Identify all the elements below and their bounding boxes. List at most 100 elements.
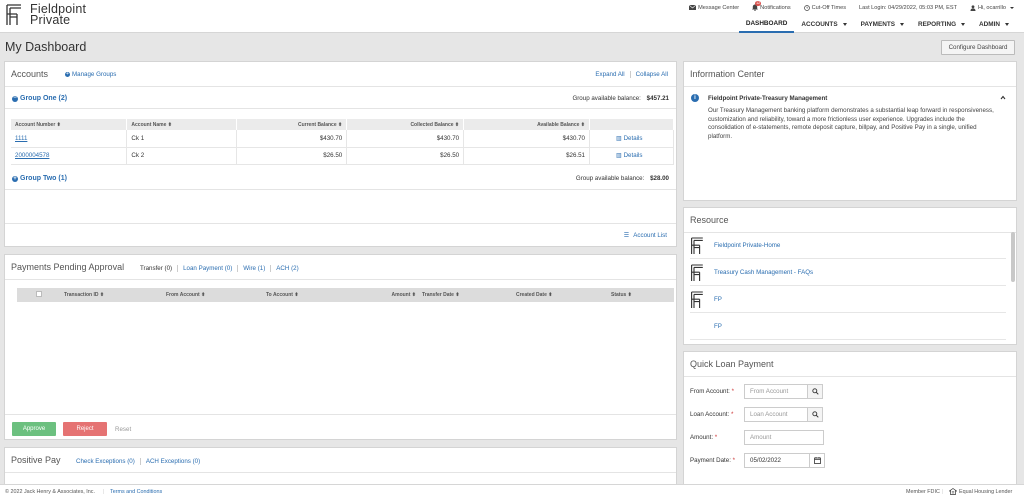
reset-link[interactable]: Reset <box>115 426 131 433</box>
col-label: Created Date <box>516 292 547 298</box>
positive-pay-title: Positive Pay <box>11 455 61 465</box>
terms-link[interactable]: Terms and Conditions <box>110 489 162 495</box>
col-created-date[interactable]: Created Date ⬍ <box>513 288 608 302</box>
col-amount[interactable]: Amount ⬍ <box>367 288 419 302</box>
resource-panel: Resource Fieldpoint Private-Home Treasur… <box>683 207 1017 345</box>
from-account-search-button[interactable] <box>808 384 823 399</box>
notifications-link[interactable]: 12 Notifications <box>752 1 791 11</box>
details-link[interactable]: ▥ Details <box>589 130 674 148</box>
user-icon <box>970 4 976 11</box>
chevron-up-icon[interactable] <box>1000 95 1006 100</box>
resource-item[interactable]: Fieldpoint Private-Home <box>690 233 1006 259</box>
nav-payments-label: PAYMENTS <box>860 21 896 28</box>
payment-date-label: Payment Date: <box>690 457 731 464</box>
approve-button[interactable]: Approve <box>12 422 56 436</box>
details-label: Details <box>623 152 643 159</box>
chevron-down-icon <box>900 23 905 26</box>
table-row: 2000004578 Ck 2 $26.50 $26.50 $26.51 ▥ D… <box>11 147 674 165</box>
select-all-cell <box>17 288 61 302</box>
tab-ach-exceptions[interactable]: ACH Exceptions (0) <box>141 458 205 465</box>
manage-groups-link[interactable]: + Manage Groups <box>65 71 116 78</box>
account-list-link[interactable]: ☰ Account List <box>624 232 667 239</box>
col-current-balance[interactable]: Current Balance ⬍ <box>236 119 348 130</box>
payments-pending-panel: Payments Pending Approval Transfer (0) L… <box>4 254 677 440</box>
resource-logo-placeholder <box>690 318 706 336</box>
tab-wire[interactable]: Wire (1) <box>238 265 272 272</box>
resource-link[interactable]: FP <box>714 323 722 330</box>
resource-item[interactable]: FP <box>690 287 1006 313</box>
bar-chart-icon: ▥ <box>616 134 622 142</box>
collapse-all-link[interactable]: Collapse All <box>631 71 668 78</box>
col-label: To Account <box>266 292 293 298</box>
col-available-balance[interactable]: Available Balance ⬍ <box>463 119 590 130</box>
account-number-link[interactable]: 1111 <box>15 135 27 142</box>
group-one-toggle[interactable]: − Group One (2) <box>12 95 67 102</box>
chevron-down-icon <box>842 23 847 26</box>
col-collected-balance[interactable]: Collected Balance ⬍ <box>346 119 465 130</box>
from-account-input[interactable]: From Account <box>744 384 808 399</box>
calendar-icon <box>814 457 821 464</box>
manage-groups-label: Manage Groups <box>72 71 117 78</box>
select-all-checkbox[interactable] <box>36 291 42 297</box>
expand-all-link[interactable]: Expand All <box>595 71 631 78</box>
user-menu[interactable]: Hi, ocarrillo <box>970 5 1014 11</box>
search-icon <box>812 388 819 395</box>
from-account-label: From Account: <box>690 388 730 395</box>
minus-circle-icon: − <box>12 94 18 102</box>
resource-title: Resource <box>690 215 729 225</box>
nav-reporting[interactable]: REPORTING <box>911 19 972 33</box>
loan-account-search-button[interactable] <box>808 407 823 422</box>
resource-scrollbar[interactable] <box>1011 232 1015 282</box>
resource-item[interactable]: FP <box>690 314 1006 340</box>
nav-admin[interactable]: ADMIN <box>972 19 1016 33</box>
col-status[interactable]: Status ⬍ <box>608 288 674 302</box>
group-two-toggle[interactable]: + Group Two (1) <box>12 175 67 182</box>
resource-link[interactable]: Fieldpoint Private-Home <box>714 242 780 249</box>
fp-logo-icon <box>5 4 25 26</box>
nav-payments[interactable]: PAYMENTS <box>854 19 911 33</box>
current-balance: $26.50 <box>236 147 348 165</box>
amount-input[interactable]: Amount <box>744 430 824 445</box>
col-transfer-date[interactable]: Transfer Date ⬍ <box>419 288 513 302</box>
col-transaction-id[interactable]: Transaction ID ⬍ <box>61 288 163 302</box>
details-link[interactable]: ▥ Details <box>589 147 674 165</box>
col-label: Status <box>611 292 627 298</box>
notifications-label: Notifications <box>760 4 791 11</box>
cutoff-times-link[interactable]: Cut-Off Times <box>803 4 846 11</box>
tab-loan-payment[interactable]: Loan Payment (0) <box>178 265 239 272</box>
information-center-title: Information Center <box>690 69 765 79</box>
col-label: Transaction ID <box>64 292 99 298</box>
message-center-link[interactable]: Message Center <box>689 5 739 11</box>
list-icon: ☰ <box>623 232 630 239</box>
nav-dashboard-label: DASHBOARD <box>745 20 788 27</box>
resource-link[interactable]: FP <box>714 296 722 303</box>
last-login-text: Last Login: 04/29/2022, 05:03 PM, EST <box>859 4 958 11</box>
nav-dashboard[interactable]: DASHBOARD <box>738 19 795 33</box>
nav-accounts[interactable]: ACCOUNTS <box>794 19 853 33</box>
user-greeting: Hi, ocarrillo <box>978 4 1006 11</box>
quick-loan-panel: Quick Loan Payment From Account: * From … <box>683 351 1017 484</box>
reject-button[interactable]: Reject <box>63 422 107 436</box>
tab-ach[interactable]: ACH (2) <box>271 265 303 272</box>
resource-item[interactable]: Treasury Cash Management - FAQs <box>690 260 1006 286</box>
col-from-account[interactable]: From Account ⬍ <box>163 288 263 302</box>
account-name: Ck 1 <box>126 130 238 148</box>
tab-transfer[interactable]: Transfer (0) <box>135 265 179 272</box>
col-account-name[interactable]: Account Name ⬍ <box>126 119 238 130</box>
col-label: Collected Balance <box>410 121 454 128</box>
tab-check-exceptions[interactable]: Check Exceptions (0) <box>71 458 141 465</box>
search-icon <box>812 411 819 418</box>
brand-logo[interactable]: Fieldpoint Private <box>5 3 86 26</box>
col-to-account[interactable]: To Account ⬍ <box>263 288 367 302</box>
calendar-button[interactable] <box>810 453 825 468</box>
account-number-link[interactable]: 2000004578 <box>15 152 49 159</box>
clock-icon <box>803 4 810 11</box>
col-label: Account Number <box>15 121 56 128</box>
chevron-down-icon <box>1010 6 1014 9</box>
payment-date-input[interactable]: 05/02/2022 <box>744 453 810 468</box>
equal-housing-icon <box>949 488 957 495</box>
loan-account-input[interactable]: Loan Account <box>744 407 808 422</box>
col-account-number[interactable]: Account Number ⬍ <box>11 119 128 130</box>
configure-dashboard-button[interactable]: Configure Dashboard <box>941 40 1015 55</box>
resource-link[interactable]: Treasury Cash Management - FAQs <box>714 269 813 276</box>
